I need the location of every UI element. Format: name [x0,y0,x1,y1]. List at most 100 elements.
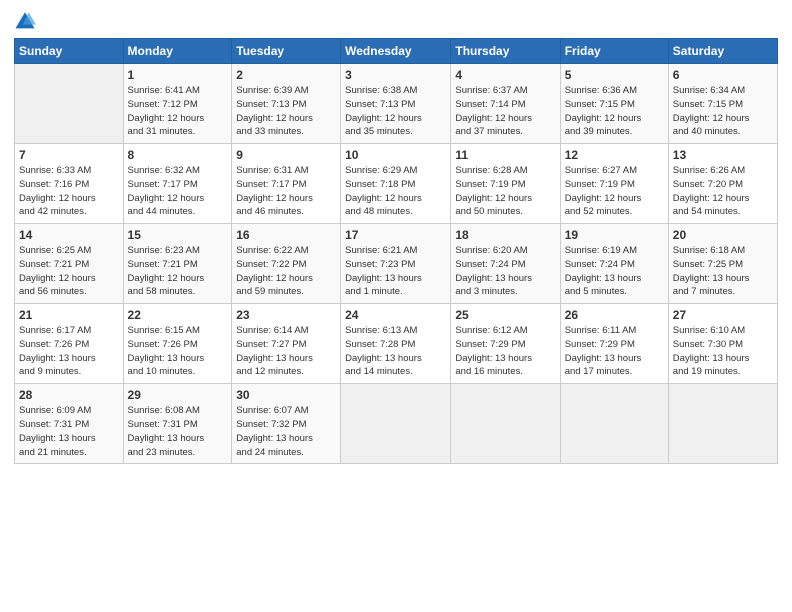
day-header-sunday: Sunday [15,39,124,64]
day-number: 11 [455,148,555,162]
day-number: 2 [236,68,336,82]
day-number: 17 [345,228,446,242]
header-row: SundayMondayTuesdayWednesdayThursdayFrid… [15,39,778,64]
day-cell: 15 Sunrise: 6:23 AMSunset: 7:21 PMDayligh… [123,224,232,304]
day-info: Sunrise: 6:22 AMSunset: 7:22 PMDaylight:… [236,244,336,299]
day-cell: 18 Sunrise: 6:20 AMSunset: 7:24 PMDayligh… [451,224,560,304]
week-row-1: 1 Sunrise: 6:41 AMSunset: 7:12 PMDaylight… [15,64,778,144]
day-number: 8 [128,148,228,162]
calendar-header: SundayMondayTuesdayWednesdayThursdayFrid… [15,39,778,64]
day-info: Sunrise: 6:36 AMSunset: 7:15 PMDaylight:… [565,84,664,139]
day-info: Sunrise: 6:32 AMSunset: 7:17 PMDaylight:… [128,164,228,219]
day-cell: 26Sunrise: 6:11 AMSunset: 7:29 PMDayligh… [560,304,668,384]
day-info: Sunrise: 6:28 AMSunset: 7:19 PMDaylight:… [455,164,555,219]
day-info: Sunrise: 6:21 AMSunset: 7:23 PMDaylight:… [345,244,446,299]
day-cell: 19Sunrise: 6:19 AMSunset: 7:24 PMDayligh… [560,224,668,304]
day-number: 27 [673,308,773,322]
day-cell: 28 Sunrise: 6:09 AMSunset: 7:31 PMDayligh… [15,384,124,464]
day-cell: 21 Sunrise: 6:17 AMSunset: 7:26 PMDayligh… [15,304,124,384]
day-cell: 24Sunrise: 6:13 AMSunset: 7:28 PMDayligh… [341,304,451,384]
day-info: Sunrise: 6:10 AMSunset: 7:30 PMDaylight:… [673,324,773,379]
day-info: Sunrise: 6:31 AMSunset: 7:17 PMDaylight:… [236,164,336,219]
day-number: 12 [565,148,664,162]
day-info: Sunrise: 6:15 AMSunset: 7:26 PMDaylight:… [128,324,228,379]
day-number: 18 [455,228,555,242]
day-cell: 8 Sunrise: 6:32 AMSunset: 7:17 PMDaylight… [123,144,232,224]
day-cell [560,384,668,464]
day-cell: 25 Sunrise: 6:12 AMSunset: 7:29 PMDayligh… [451,304,560,384]
day-info: Sunrise: 6:41 AMSunset: 7:12 PMDaylight:… [128,84,228,139]
day-number: 23 [236,308,336,322]
logo [14,10,40,32]
day-number: 4 [455,68,555,82]
day-info: Sunrise: 6:17 AMSunset: 7:26 PMDaylight:… [19,324,119,379]
day-cell: 4 Sunrise: 6:37 AMSunset: 7:14 PMDaylight… [451,64,560,144]
week-row-3: 14 Sunrise: 6:25 AMSunset: 7:21 PMDayligh… [15,224,778,304]
day-number: 1 [128,68,228,82]
day-info: Sunrise: 6:08 AMSunset: 7:31 PMDaylight:… [128,404,228,459]
day-number: 16 [236,228,336,242]
day-info: Sunrise: 6:38 AMSunset: 7:13 PMDaylight:… [345,84,446,139]
week-row-2: 7 Sunrise: 6:33 AMSunset: 7:16 PMDaylight… [15,144,778,224]
day-number: 25 [455,308,555,322]
day-number: 7 [19,148,119,162]
day-cell [668,384,777,464]
day-cell: 22 Sunrise: 6:15 AMSunset: 7:26 PMDayligh… [123,304,232,384]
day-info: Sunrise: 6:33 AMSunset: 7:16 PMDaylight:… [19,164,119,219]
day-info: Sunrise: 6:11 AMSunset: 7:29 PMDaylight:… [565,324,664,379]
day-info: Sunrise: 6:09 AMSunset: 7:31 PMDaylight:… [19,404,119,459]
day-number: 19 [565,228,664,242]
day-cell [341,384,451,464]
day-number: 6 [673,68,773,82]
day-info: Sunrise: 6:39 AMSunset: 7:13 PMDaylight:… [236,84,336,139]
week-row-4: 21 Sunrise: 6:17 AMSunset: 7:26 PMDayligh… [15,304,778,384]
day-cell [15,64,124,144]
day-cell: 20 Sunrise: 6:18 AMSunset: 7:25 PMDayligh… [668,224,777,304]
calendar-table: SundayMondayTuesdayWednesdayThursdayFrid… [14,38,778,464]
header [14,10,778,32]
day-cell: 2 Sunrise: 6:39 AMSunset: 7:13 PMDaylight… [232,64,341,144]
day-cell: 9Sunrise: 6:31 AMSunset: 7:17 PMDaylight… [232,144,341,224]
day-cell: 12 Sunrise: 6:27 AMSunset: 7:19 PMDayligh… [560,144,668,224]
day-number: 5 [565,68,664,82]
day-header-friday: Friday [560,39,668,64]
day-info: Sunrise: 6:12 AMSunset: 7:29 PMDaylight:… [455,324,555,379]
day-cell: 5 Sunrise: 6:36 AMSunset: 7:15 PMDaylight… [560,64,668,144]
day-info: Sunrise: 6:34 AMSunset: 7:15 PMDaylight:… [673,84,773,139]
day-info: Sunrise: 6:07 AMSunset: 7:32 PMDaylight:… [236,404,336,459]
day-info: Sunrise: 6:20 AMSunset: 7:24 PMDaylight:… [455,244,555,299]
day-info: Sunrise: 6:18 AMSunset: 7:25 PMDaylight:… [673,244,773,299]
day-info: Sunrise: 6:23 AMSunset: 7:21 PMDaylight:… [128,244,228,299]
day-number: 10 [345,148,446,162]
day-cell: 11 Sunrise: 6:28 AMSunset: 7:19 PMDayligh… [451,144,560,224]
day-number: 30 [236,388,336,402]
day-cell: 14 Sunrise: 6:25 AMSunset: 7:21 PMDayligh… [15,224,124,304]
day-number: 24 [345,308,446,322]
day-number: 15 [128,228,228,242]
day-info: Sunrise: 6:25 AMSunset: 7:21 PMDaylight:… [19,244,119,299]
day-number: 22 [128,308,228,322]
day-info: Sunrise: 6:37 AMSunset: 7:14 PMDaylight:… [455,84,555,139]
day-header-wednesday: Wednesday [341,39,451,64]
day-cell: 17 Sunrise: 6:21 AMSunset: 7:23 PMDayligh… [341,224,451,304]
day-header-thursday: Thursday [451,39,560,64]
day-header-tuesday: Tuesday [232,39,341,64]
day-number: 13 [673,148,773,162]
day-cell: 7 Sunrise: 6:33 AMSunset: 7:16 PMDaylight… [15,144,124,224]
day-number: 20 [673,228,773,242]
day-info: Sunrise: 6:27 AMSunset: 7:19 PMDaylight:… [565,164,664,219]
day-number: 21 [19,308,119,322]
day-cell: 1 Sunrise: 6:41 AMSunset: 7:12 PMDaylight… [123,64,232,144]
day-cell: 3Sunrise: 6:38 AMSunset: 7:13 PMDaylight… [341,64,451,144]
day-cell [451,384,560,464]
day-number: 29 [128,388,228,402]
day-cell: 6 Sunrise: 6:34 AMSunset: 7:15 PMDaylight… [668,64,777,144]
day-info: Sunrise: 6:14 AMSunset: 7:27 PMDaylight:… [236,324,336,379]
day-cell: 27 Sunrise: 6:10 AMSunset: 7:30 PMDayligh… [668,304,777,384]
day-info: Sunrise: 6:26 AMSunset: 7:20 PMDaylight:… [673,164,773,219]
day-cell: 30 Sunrise: 6:07 AMSunset: 7:32 PMDayligh… [232,384,341,464]
day-cell: 29 Sunrise: 6:08 AMSunset: 7:31 PMDayligh… [123,384,232,464]
day-cell: 16 Sunrise: 6:22 AMSunset: 7:22 PMDayligh… [232,224,341,304]
day-number: 14 [19,228,119,242]
day-number: 28 [19,388,119,402]
